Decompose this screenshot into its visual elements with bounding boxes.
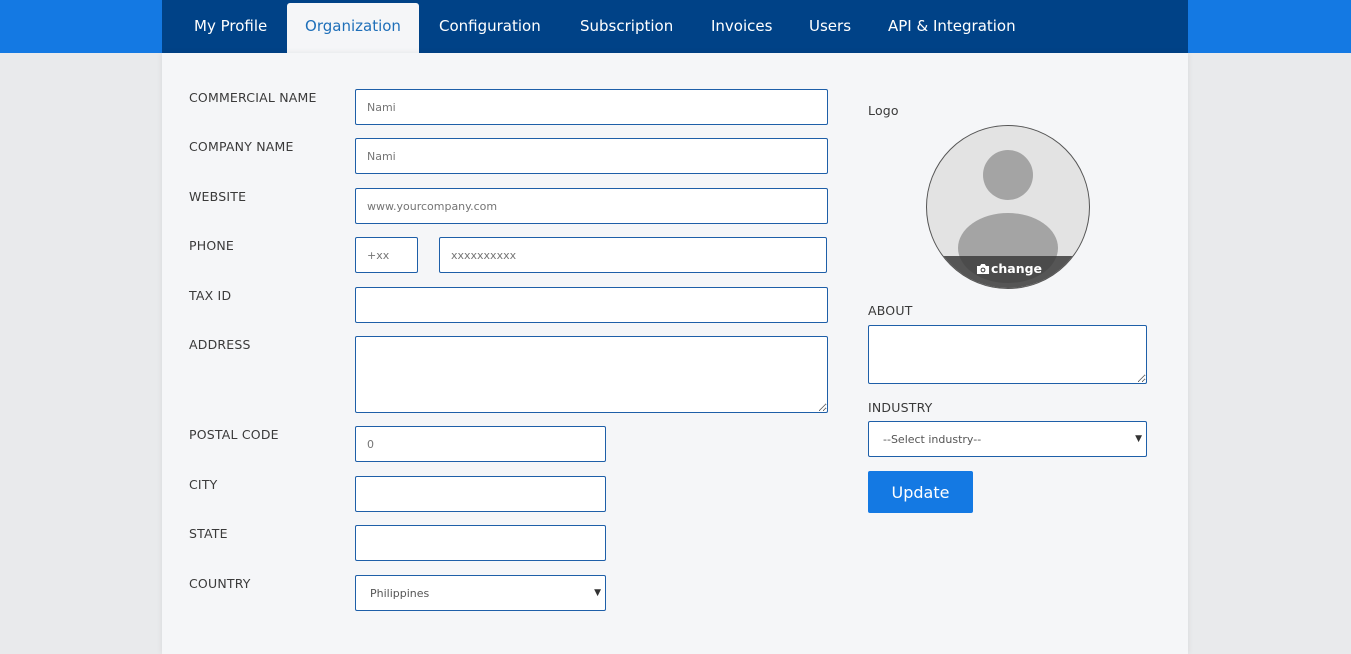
website-input[interactable] [355,188,828,224]
country-select[interactable]: Philippines ▼ [355,575,606,611]
update-button[interactable]: Update [868,471,973,513]
country-label: COUNTRY [189,576,251,591]
tax-id-label: TAX ID [189,288,232,303]
commercial-name-label: COMMERCIAL NAME [189,90,317,105]
tab-users[interactable]: Users [809,0,851,53]
industry-label: INDUSTRY [868,400,933,415]
organization-panel: COMMERCIAL NAME COMPANY NAME WEBSITE PHO… [162,53,1188,654]
tab-configuration[interactable]: Configuration [439,0,541,53]
tab-api-integration[interactable]: API & Integration [888,0,1016,53]
industry-select[interactable]: --Select industry-- ▼ [868,421,1147,457]
company-name-label: COMPANY NAME [189,139,294,154]
tab-my-profile[interactable]: My Profile [194,0,267,53]
camera-icon [976,264,989,274]
city-label: CITY [189,477,218,492]
tax-id-input[interactable] [355,287,828,323]
address-textarea[interactable] [355,336,828,413]
phone-label: PHONE [189,238,235,253]
about-textarea[interactable] [868,325,1147,384]
phone-country-code-input[interactable] [355,237,418,273]
change-logo-button[interactable]: change [927,256,1089,288]
phone-number-input[interactable] [439,237,827,273]
address-label: ADDRESS [189,337,251,352]
postal-code-label: POSTAL CODE [189,427,279,442]
postal-code-input[interactable] [355,426,606,462]
tab-organization[interactable]: Organization [287,3,419,53]
settings-tabs: My Profile Organization Configuration Su… [162,0,1188,53]
about-label: ABOUT [868,303,913,318]
chevron-down-icon: ▼ [594,588,601,598]
avatar-placeholder-icon [983,150,1033,200]
chevron-down-icon: ▼ [1135,434,1142,444]
logo-label: Logo [868,103,899,118]
logo-avatar: change [926,125,1090,289]
commercial-name-input[interactable] [355,89,828,125]
state-label: STATE [189,526,228,541]
change-logo-label: change [990,261,1043,276]
company-name-input[interactable] [355,138,828,174]
country-select-value: Philippines [370,586,430,600]
tab-invoices[interactable]: Invoices [711,0,772,53]
state-input[interactable] [355,525,606,561]
industry-select-value: --Select industry-- [883,432,982,446]
tab-subscription[interactable]: Subscription [580,0,673,53]
website-label: WEBSITE [189,189,247,204]
city-input[interactable] [355,476,606,512]
